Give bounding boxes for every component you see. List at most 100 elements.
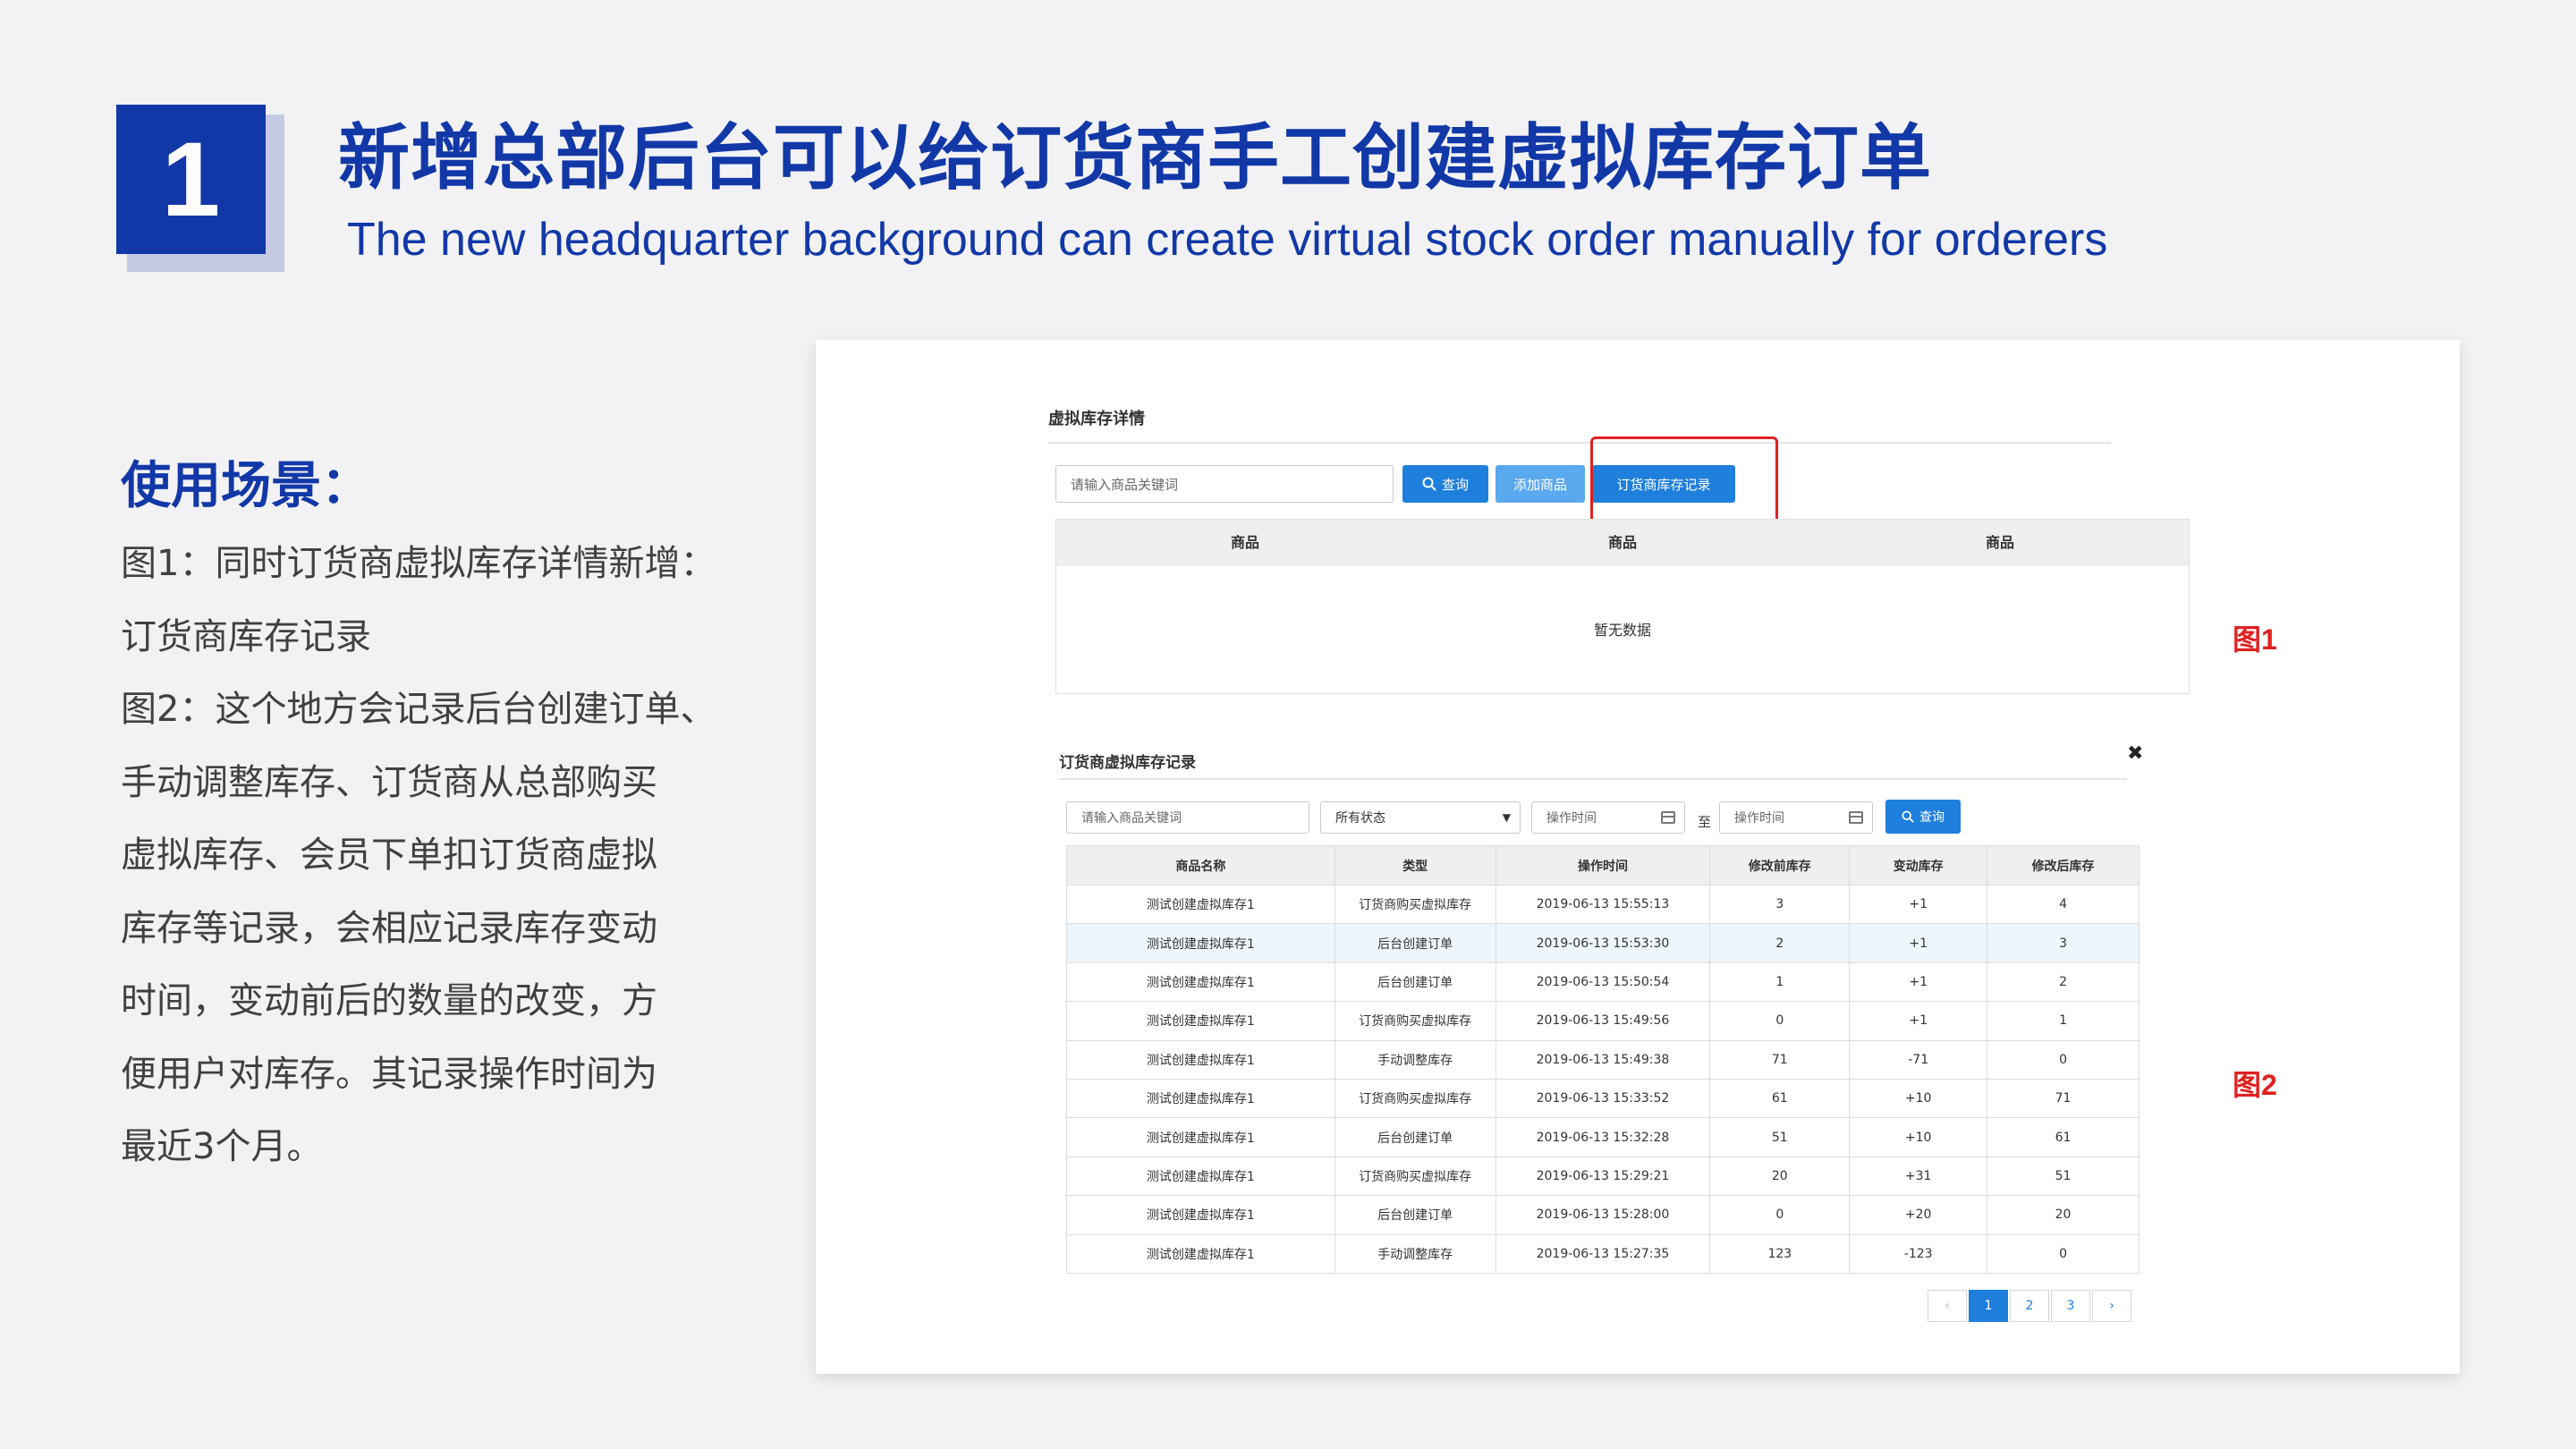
table-header-row: 商品名称 类型 操作时间 修改前库存 变动库存 修改后库存	[1066, 845, 2140, 886]
panel1-column-header: 商品	[1985, 534, 2014, 551]
column-header: 变动库存	[1849, 845, 1988, 886]
table-row: 测试创建虚拟库存1 订货商购买虚拟库存 2019-06-13 15:29:21 20 +…	[1066, 1156, 2140, 1197]
status-select-value: 所有状态	[1335, 811, 1385, 826]
table-cell: 61	[1709, 1078, 1851, 1119]
table-cell: -123	[1849, 1233, 1988, 1274]
search-icon	[1422, 477, 1436, 491]
table-cell: 测试创建虚拟库存1	[1066, 923, 1335, 963]
table-cell: 2019-06-13 15:49:38	[1495, 1039, 1711, 1080]
panel2-search-placeholder: 请输入商品关键词	[1081, 811, 1182, 826]
column-header: 操作时间	[1495, 845, 1711, 886]
figure1-label: 图1	[2233, 623, 2277, 656]
add-product-button[interactable]: 添加商品	[1496, 465, 1585, 503]
caret-down-icon: ▼	[1502, 811, 1511, 824]
table-cell: 3	[1709, 884, 1851, 925]
panel1-search-input[interactable]: 请输入商品关键词	[1055, 465, 1394, 503]
usage-line: 订货商库存记录	[121, 615, 371, 657]
panel1-query-button[interactable]: 查询	[1402, 465, 1488, 503]
usage-description: 图1：同时订货商虚拟库存详情新增： 订货商库存记录 图2：这个地方会记录后台创建…	[121, 528, 729, 1184]
table-cell: +31	[1849, 1156, 1988, 1197]
slide-title-cn: 新增总部后台可以给订货商手工创建虚拟库存订单	[338, 116, 1932, 199]
table-cell: 测试创建虚拟库存1	[1066, 1039, 1335, 1080]
table-cell: 后台创建订单	[1334, 923, 1496, 963]
table-cell: 测试创建虚拟库存1	[1066, 1078, 1335, 1119]
panel1-empty-text: 暂无数据	[1593, 622, 1651, 639]
panel1-table-header: 商品 商品 商品	[1056, 520, 2189, 566]
table-row: 测试创建虚拟库存1 后台创建订单 2019-06-13 15:53:30 2 +1 3	[1066, 923, 2140, 963]
panel2-search-input[interactable]: 请输入商品关键词	[1066, 801, 1309, 834]
panel1-search-placeholder: 请输入商品关键词	[1071, 476, 1179, 493]
table-cell: 0	[1987, 1233, 2140, 1274]
table-cell: 测试创建虚拟库存1	[1066, 1117, 1335, 1157]
table-row: 测试创建虚拟库存1 订货商购买虚拟库存 2019-06-13 15:49:56 0 +1…	[1066, 1001, 2140, 1041]
panel1-column-header: 商品	[1607, 534, 1637, 551]
table-row: 测试创建虚拟库存1 后台创建订单 2019-06-13 15:28:00 0 +20 20	[1066, 1195, 2140, 1235]
table-cell: 订货商购买虚拟库存	[1334, 1156, 1496, 1197]
panel2-query-button[interactable]: 查询	[1885, 800, 1961, 834]
date-to-input[interactable]: 操作时间	[1719, 801, 1873, 834]
table-cell: 测试创建虚拟库存1	[1066, 1195, 1335, 1235]
table-cell: 订货商购买虚拟库存	[1334, 1001, 1496, 1041]
highlight-frame	[1590, 436, 1778, 530]
column-header: 商品名称	[1066, 845, 1335, 886]
table-cell: +20	[1849, 1195, 1988, 1235]
figure2-label: 图2	[2233, 1069, 2277, 1101]
table-cell: 2019-06-13 15:28:00	[1495, 1195, 1711, 1235]
table-cell: 3	[1987, 923, 2140, 963]
table-cell: 51	[1987, 1156, 2140, 1197]
table-cell: 1	[1987, 1001, 2140, 1041]
table-cell: 2019-06-13 15:27:35	[1495, 1233, 1711, 1274]
page-1-button[interactable]: 1	[1969, 1290, 2008, 1322]
panel1-table: 商品 商品 商品 暂无数据	[1055, 519, 2190, 694]
panel1-column-header: 商品	[1230, 534, 1259, 551]
table-cell: 123	[1709, 1233, 1851, 1274]
table-cell: 2	[1987, 962, 2140, 1003]
table-cell: 71	[1987, 1078, 2140, 1119]
screenshot-card: 虚拟库存详情 请输入商品关键词 查询 添加商品 订货商库存记录 商品 商品 商品…	[816, 340, 2460, 1374]
table-cell: +1	[1849, 884, 1988, 925]
page-2-button[interactable]: 2	[2010, 1290, 2049, 1322]
table-row: 测试创建虚拟库存1 后台创建订单 2019-06-13 15:32:28 51 +10 6…	[1066, 1117, 2140, 1157]
table-cell: -71	[1849, 1039, 1988, 1080]
table-row: 测试创建虚拟库存1 手动调整库存 2019-06-13 15:49:38 71 -71 0	[1066, 1039, 2140, 1080]
close-icon[interactable]: ✖	[2127, 742, 2143, 765]
table-cell: 测试创建虚拟库存1	[1066, 1156, 1335, 1197]
table-cell: 20	[1709, 1156, 1851, 1197]
table-cell: 后台创建订单	[1334, 1195, 1496, 1235]
table-cell: 71	[1709, 1039, 1851, 1080]
table-cell: 2019-06-13 15:55:13	[1495, 884, 1711, 925]
table-cell: 61	[1987, 1117, 2140, 1157]
column-header: 修改前库存	[1709, 845, 1851, 886]
usage-line: 便用户对库存。其记录操作时间为	[121, 1053, 657, 1095]
usage-line: 手动调整库存、订货商从总部购买	[121, 761, 657, 803]
table-cell: 2019-06-13 15:49:56	[1495, 1001, 1711, 1041]
panel1-query-label: 查询	[1441, 476, 1469, 493]
table-cell: 测试创建虚拟库存1	[1066, 962, 1335, 1003]
date-from-placeholder: 操作时间	[1546, 811, 1597, 826]
usage-line: 虚拟库存、会员下单扣订货商虚拟	[121, 835, 657, 876]
table-cell: 0	[1709, 1001, 1851, 1041]
table-cell: 后台创建订单	[1334, 1117, 1496, 1157]
status-select[interactable]: 所有状态 ▼	[1320, 801, 1521, 834]
table-cell: 订货商购买虚拟库存	[1334, 1078, 1496, 1119]
usage-line: 最近3个月。	[121, 1126, 323, 1167]
column-header: 类型	[1334, 845, 1496, 886]
table-cell: 4	[1987, 884, 2140, 925]
usage-line: 时间，变动前后的数量的改变，方	[121, 980, 657, 1021]
table-cell: 手动调整库存	[1334, 1039, 1496, 1080]
table-cell: +10	[1849, 1117, 1988, 1157]
table-row: 测试创建虚拟库存1 订货商购买虚拟库存 2019-06-13 15:55:13 3 +1…	[1066, 884, 2140, 925]
next-page-button[interactable]: ›	[2092, 1290, 2131, 1322]
table-cell: 测试创建虚拟库存1	[1066, 884, 1335, 925]
prev-page-button[interactable]: ‹	[1928, 1290, 1967, 1322]
panel2-query-label: 查询	[1919, 810, 1945, 825]
date-from-input[interactable]: 操作时间	[1531, 801, 1685, 834]
page-3-button[interactable]: 3	[2051, 1290, 2090, 1322]
table-cell: 2019-06-13 15:50:54	[1495, 962, 1711, 1003]
table-cell: 1	[1709, 962, 1851, 1003]
table-cell: 0	[1709, 1195, 1851, 1235]
table-cell: 2019-06-13 15:32:28	[1495, 1117, 1711, 1157]
table-cell: 2019-06-13 15:33:52	[1495, 1078, 1711, 1119]
table-cell: +1	[1849, 923, 1988, 963]
calendar-icon	[1661, 811, 1675, 824]
